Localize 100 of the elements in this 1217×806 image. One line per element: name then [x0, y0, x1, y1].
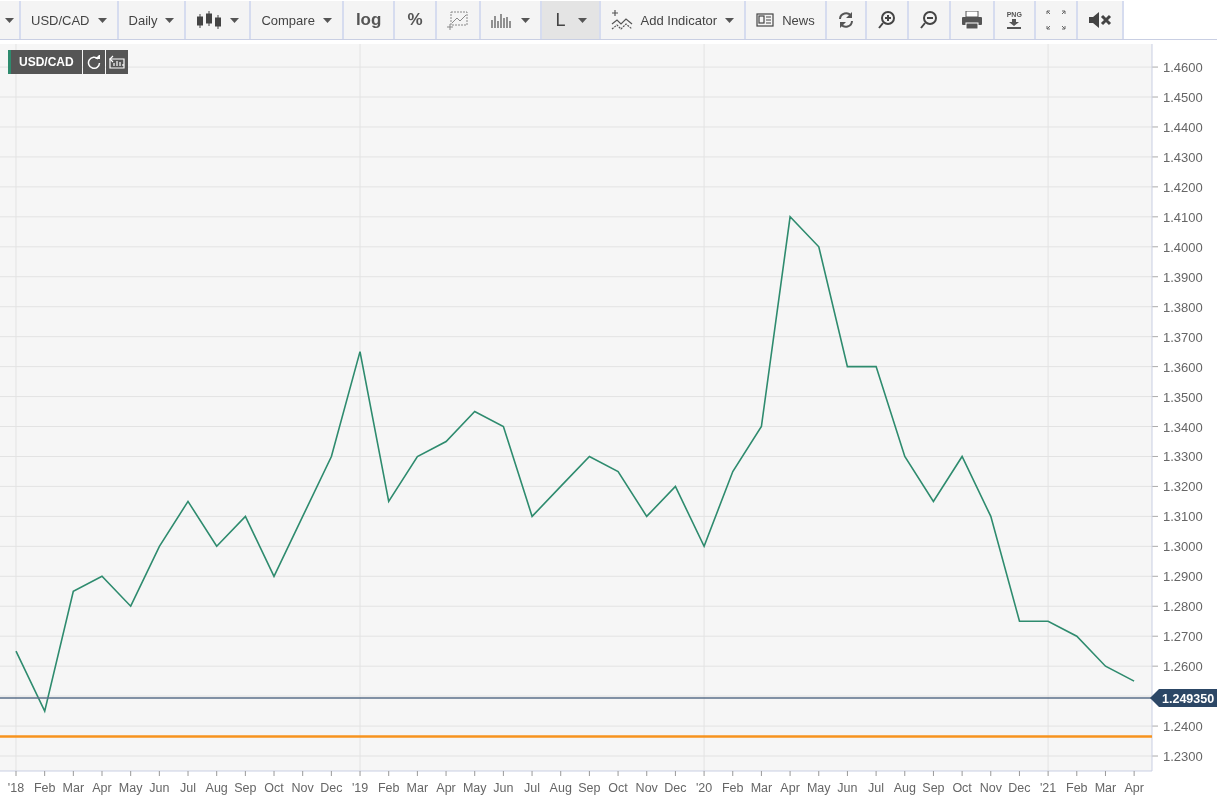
mute-icon [1087, 11, 1112, 29]
caret-icon [322, 17, 332, 23]
axis-label: Aug [205, 781, 228, 795]
axis-label: Feb [722, 781, 744, 795]
chart-settings-button[interactable] [105, 50, 128, 74]
price-tag: 1.249350 [1150, 689, 1217, 708]
axis-label: Sep [578, 781, 601, 795]
printer-icon [960, 11, 983, 29]
axis-label: Oct [952, 781, 972, 795]
toolbar-button[interactable] [908, 1, 951, 39]
axis-label: 1.4100 [1163, 209, 1203, 225]
axis-label: '18 [7, 781, 25, 795]
menu-button[interactable] [0, 1, 21, 39]
axis-label: 1.4600 [1163, 60, 1203, 76]
dropdown-button[interactable]: Daily [118, 1, 187, 39]
symbol-label: USD/CAD [8, 50, 82, 74]
toolbar-button[interactable]: % [395, 1, 437, 39]
axis-label: Oct [264, 781, 284, 795]
dropdown-button[interactable]: USD/CAD [21, 1, 119, 39]
fullscreen-icon [1045, 10, 1066, 30]
toolbar-button[interactable] [950, 1, 995, 39]
caret-icon [97, 17, 107, 23]
axis-label: 1.4300 [1163, 149, 1203, 165]
axis-label: 1.2600 [1163, 659, 1203, 675]
axis-label: Jun [493, 781, 514, 795]
dropdown-button[interactable]: Compare [251, 1, 344, 39]
newspaper-icon [756, 13, 775, 27]
zoom-in-icon [876, 10, 897, 30]
axis-label: 1.2400 [1163, 719, 1203, 735]
axis-label: Dec [664, 781, 687, 795]
zoom-out-icon [918, 10, 939, 30]
toolbar-button[interactable] [826, 1, 867, 39]
axis-label: Feb [377, 781, 400, 795]
axis-label: 1.3500 [1163, 389, 1203, 405]
bar-chart-icon [490, 12, 513, 28]
axis-label: Aug [549, 781, 572, 795]
axis-label: Jul [180, 781, 196, 795]
caret-icon [230, 17, 240, 23]
axis-label: 1.4400 [1163, 119, 1203, 135]
axis-label: Jul [868, 781, 885, 795]
axis-label: 1.2800 [1163, 599, 1203, 615]
axis-label: Dec [1008, 781, 1031, 795]
axis-label: 1.3900 [1163, 269, 1203, 285]
caret-icon [520, 17, 530, 23]
download-icon [1009, 19, 1020, 26]
refresh-icon [836, 11, 855, 29]
axis-label: Sep [234, 781, 257, 795]
axis-label: Mar [750, 781, 773, 795]
axis-label: Mar [62, 781, 85, 795]
axis-label: 1.4500 [1163, 90, 1203, 105]
candlestick-icon [196, 11, 223, 29]
dropdown-button[interactable] [186, 1, 252, 39]
axis-label: Jun [837, 781, 858, 795]
axis-label: 1.4200 [1163, 179, 1203, 195]
axis-label: Oct [608, 781, 628, 795]
axis-label: May [806, 781, 831, 795]
axis-label: Dec [320, 781, 343, 795]
axis-label: 1.3600 [1163, 359, 1203, 375]
axis-label: Nov [291, 781, 314, 795]
axis-label: Feb [33, 781, 56, 795]
caret-icon [577, 17, 587, 23]
toolbar-button[interactable] [866, 1, 909, 39]
caret-icon [165, 17, 175, 23]
axis-label: Sep [922, 781, 945, 795]
indicator-icon [610, 10, 633, 30]
axis-label: 1.3700 [1163, 329, 1203, 345]
axis-label: Apr [780, 781, 800, 795]
toolbar-button[interactable]: log [343, 1, 396, 39]
axis-label: Apr [92, 781, 112, 795]
axis-label: Jul [524, 781, 541, 795]
axis-label: Feb [1066, 781, 1088, 795]
toolbar-button[interactable] [1077, 1, 1124, 39]
axis-label: '20 [695, 781, 713, 795]
line-chart-icon [446, 10, 469, 30]
axis-label: 1.3100 [1163, 509, 1203, 525]
axis-label: 1.2900 [1163, 569, 1203, 585]
axis-label: Mar [1094, 781, 1117, 795]
axis-label: May [462, 781, 487, 795]
caret-icon [725, 17, 735, 23]
axis-label: Jun [149, 781, 170, 795]
axis-label: '21 [1039, 781, 1057, 795]
dropdown-button[interactable]: Add Indicator [600, 1, 747, 39]
axis-label: Nov [635, 781, 658, 795]
axis-label: 1.2300 [1163, 749, 1203, 764]
axis-label: 1.3800 [1163, 299, 1203, 315]
axis-label: Apr [1124, 781, 1144, 795]
axis-label: Apr [436, 781, 456, 795]
dropdown-button[interactable]: L [541, 1, 601, 39]
news-button[interactable]: News [746, 1, 827, 39]
axis-label: 1.3300 [1163, 449, 1203, 465]
axis-label: 1.4000 [1163, 239, 1203, 255]
ref-line-label: 1.249350 [1162, 691, 1215, 706]
axis-label: Aug [893, 781, 916, 795]
refresh-button[interactable] [82, 50, 105, 74]
axis-label: '19 [351, 781, 369, 795]
axis-label: Mar [406, 781, 429, 795]
axis-label: 1.3400 [1163, 419, 1203, 435]
caret-icon [5, 17, 14, 23]
axis-label: 1.2700 [1163, 629, 1203, 645]
axis-label: Nov [979, 781, 1002, 795]
